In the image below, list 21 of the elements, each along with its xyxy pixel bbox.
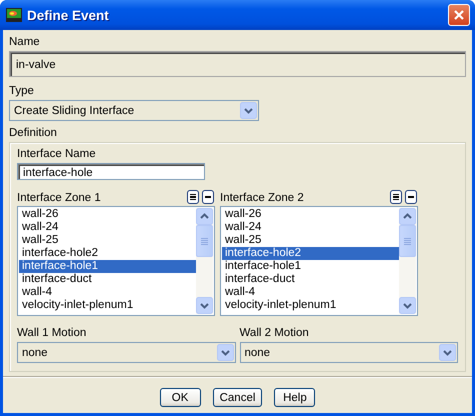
zone-list[interactable]: wall-26 wall-24 wall-25 interface-hole2 interface-hole1 interface-duct wall-4 velocity-inlet-plenum1 <box>17 206 215 316</box>
type-dropdown[interactable]: Create Sliding Interface <box>9 100 259 121</box>
dialog-button[interactable]: Cancel <box>212 388 262 407</box>
interface-name-field[interactable]: interface-hole <box>17 163 205 180</box>
list-item[interactable]: interface-hole1 <box>19 260 196 273</box>
field-label: Name <box>9 35 41 49</box>
dialog-button[interactable]: OK <box>160 388 201 407</box>
field-label: Interface Name <box>17 147 97 161</box>
list-label: Interface Zone 1 <box>17 192 101 204</box>
zone-list[interactable]: wall-26 wall-24 wall-25 interface-hole2 interface-hole1 interface-duct wall-4 velocity-inlet-plenum1 <box>220 206 418 316</box>
motion-dropdown[interactable]: none <box>240 342 458 363</box>
motion-dropdown[interactable]: none <box>17 342 236 363</box>
name-field[interactable]: in-valve <box>9 51 466 77</box>
group-label: Definition <box>9 126 58 140</box>
field-label: Wall 2 Motion <box>240 326 310 340</box>
list-item[interactable]: interface-hole2 <box>222 247 399 260</box>
window-title: Define Event <box>27 8 110 22</box>
dialog-button[interactable]: Help <box>274 388 316 407</box>
field-label: Wall 1 Motion <box>17 326 88 340</box>
list-label: Interface Zone 2 <box>220 192 304 204</box>
field-label: Type <box>9 84 35 98</box>
